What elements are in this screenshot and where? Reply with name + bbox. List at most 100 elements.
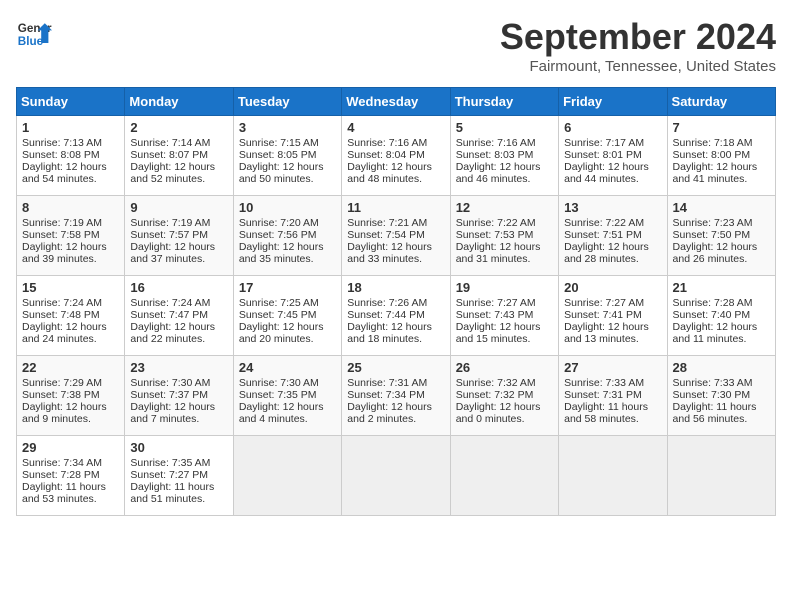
day-info-line: and 54 minutes.	[22, 173, 119, 185]
calendar-cell	[667, 436, 775, 516]
weekday-header-tuesday: Tuesday	[233, 88, 341, 116]
calendar-cell	[233, 436, 341, 516]
day-info-line: Sunset: 7:44 PM	[347, 309, 444, 321]
calendar-cell: 27Sunrise: 7:33 AMSunset: 7:31 PMDayligh…	[559, 356, 667, 436]
day-number: 15	[22, 280, 119, 295]
day-info-line: Sunrise: 7:19 AM	[22, 217, 119, 229]
weekday-header-thursday: Thursday	[450, 88, 558, 116]
day-info-line: Daylight: 12 hours	[347, 321, 444, 333]
calendar-table: SundayMondayTuesdayWednesdayThursdayFrid…	[16, 87, 776, 516]
day-info-line: Daylight: 12 hours	[239, 321, 336, 333]
day-number: 10	[239, 200, 336, 215]
day-info-line: Sunset: 7:27 PM	[130, 469, 227, 481]
day-info-line: Daylight: 12 hours	[456, 241, 553, 253]
calendar-week-5: 29Sunrise: 7:34 AMSunset: 7:28 PMDayligh…	[17, 436, 776, 516]
calendar-week-3: 15Sunrise: 7:24 AMSunset: 7:48 PMDayligh…	[17, 276, 776, 356]
day-info-line: and 56 minutes.	[673, 413, 770, 425]
day-info-line: Daylight: 12 hours	[673, 241, 770, 253]
day-info-line: Sunset: 7:51 PM	[564, 229, 661, 241]
calendar-cell	[450, 436, 558, 516]
day-info-line: Sunrise: 7:17 AM	[564, 137, 661, 149]
calendar-cell: 4Sunrise: 7:16 AMSunset: 8:04 PMDaylight…	[342, 116, 450, 196]
day-info-line: Sunrise: 7:22 AM	[564, 217, 661, 229]
calendar-cell	[559, 436, 667, 516]
day-info-line: Sunrise: 7:35 AM	[130, 457, 227, 469]
day-info-line: and 52 minutes.	[130, 173, 227, 185]
day-info-line: Daylight: 12 hours	[564, 241, 661, 253]
day-info-line: Sunrise: 7:18 AM	[673, 137, 770, 149]
day-info-line: Sunset: 8:01 PM	[564, 149, 661, 161]
calendar-cell: 1Sunrise: 7:13 AMSunset: 8:08 PMDaylight…	[17, 116, 125, 196]
day-info-line: and 9 minutes.	[22, 413, 119, 425]
day-info-line: and 35 minutes.	[239, 253, 336, 265]
calendar-cell: 5Sunrise: 7:16 AMSunset: 8:03 PMDaylight…	[450, 116, 558, 196]
day-info-line: Sunrise: 7:29 AM	[22, 377, 119, 389]
calendar-cell: 12Sunrise: 7:22 AMSunset: 7:53 PMDayligh…	[450, 196, 558, 276]
day-info-line: Sunset: 7:31 PM	[564, 389, 661, 401]
day-info-line: and 11 minutes.	[673, 333, 770, 345]
day-info-line: and 58 minutes.	[564, 413, 661, 425]
day-info-line: Sunrise: 7:30 AM	[130, 377, 227, 389]
day-info-line: Sunrise: 7:27 AM	[456, 297, 553, 309]
day-info-line: and 33 minutes.	[347, 253, 444, 265]
calendar-cell: 11Sunrise: 7:21 AMSunset: 7:54 PMDayligh…	[342, 196, 450, 276]
day-info-line: Daylight: 12 hours	[130, 321, 227, 333]
page-header: General Blue September 2024 Fairmount, T…	[16, 16, 776, 75]
day-info-line: and 0 minutes.	[456, 413, 553, 425]
day-info-line: Sunset: 7:50 PM	[673, 229, 770, 241]
calendar-cell: 8Sunrise: 7:19 AMSunset: 7:58 PMDaylight…	[17, 196, 125, 276]
day-info-line: and 46 minutes.	[456, 173, 553, 185]
day-number: 13	[564, 200, 661, 215]
day-number: 19	[456, 280, 553, 295]
day-number: 30	[130, 440, 227, 455]
day-info-line: Sunrise: 7:27 AM	[564, 297, 661, 309]
day-number: 26	[456, 360, 553, 375]
day-info-line: Daylight: 12 hours	[456, 161, 553, 173]
day-number: 3	[239, 120, 336, 135]
calendar-cell: 3Sunrise: 7:15 AMSunset: 8:05 PMDaylight…	[233, 116, 341, 196]
title-area: September 2024 Fairmount, Tennessee, Uni…	[500, 16, 776, 75]
day-number: 11	[347, 200, 444, 215]
calendar-cell: 14Sunrise: 7:23 AMSunset: 7:50 PMDayligh…	[667, 196, 775, 276]
day-info-line: Sunset: 7:54 PM	[347, 229, 444, 241]
day-info-line: Sunrise: 7:34 AM	[22, 457, 119, 469]
day-info-line: and 37 minutes.	[130, 253, 227, 265]
day-number: 20	[564, 280, 661, 295]
day-number: 24	[239, 360, 336, 375]
day-info-line: Sunset: 7:47 PM	[130, 309, 227, 321]
calendar-week-1: 1Sunrise: 7:13 AMSunset: 8:08 PMDaylight…	[17, 116, 776, 196]
day-number: 12	[456, 200, 553, 215]
day-info-line: Sunset: 7:43 PM	[456, 309, 553, 321]
day-info-line: Sunset: 7:45 PM	[239, 309, 336, 321]
calendar-body: 1Sunrise: 7:13 AMSunset: 8:08 PMDaylight…	[17, 116, 776, 516]
day-info-line: Sunset: 8:08 PM	[22, 149, 119, 161]
day-number: 2	[130, 120, 227, 135]
calendar-cell	[342, 436, 450, 516]
calendar-cell: 17Sunrise: 7:25 AMSunset: 7:45 PMDayligh…	[233, 276, 341, 356]
day-number: 14	[673, 200, 770, 215]
day-info-line: Sunrise: 7:22 AM	[456, 217, 553, 229]
day-info-line: Daylight: 12 hours	[22, 401, 119, 413]
day-info-line: and 7 minutes.	[130, 413, 227, 425]
day-info-line: Sunset: 7:37 PM	[130, 389, 227, 401]
day-info-line: Sunset: 7:40 PM	[673, 309, 770, 321]
day-info-line: and 20 minutes.	[239, 333, 336, 345]
day-info-line: Sunrise: 7:30 AM	[239, 377, 336, 389]
calendar-cell: 29Sunrise: 7:34 AMSunset: 7:28 PMDayligh…	[17, 436, 125, 516]
day-info-line: Sunset: 7:41 PM	[564, 309, 661, 321]
weekday-header-sunday: Sunday	[17, 88, 125, 116]
day-number: 23	[130, 360, 227, 375]
calendar-cell: 7Sunrise: 7:18 AMSunset: 8:00 PMDaylight…	[667, 116, 775, 196]
day-info-line: and 4 minutes.	[239, 413, 336, 425]
logo-icon: General Blue	[16, 16, 52, 52]
day-number: 28	[673, 360, 770, 375]
day-info-line: Sunset: 7:35 PM	[239, 389, 336, 401]
day-number: 29	[22, 440, 119, 455]
day-info-line: and 51 minutes.	[130, 493, 227, 505]
calendar-week-2: 8Sunrise: 7:19 AMSunset: 7:58 PMDaylight…	[17, 196, 776, 276]
day-info-line: Sunrise: 7:24 AM	[22, 297, 119, 309]
day-number: 16	[130, 280, 227, 295]
calendar-cell: 20Sunrise: 7:27 AMSunset: 7:41 PMDayligh…	[559, 276, 667, 356]
calendar-cell: 28Sunrise: 7:33 AMSunset: 7:30 PMDayligh…	[667, 356, 775, 436]
day-info-line: Daylight: 12 hours	[347, 401, 444, 413]
